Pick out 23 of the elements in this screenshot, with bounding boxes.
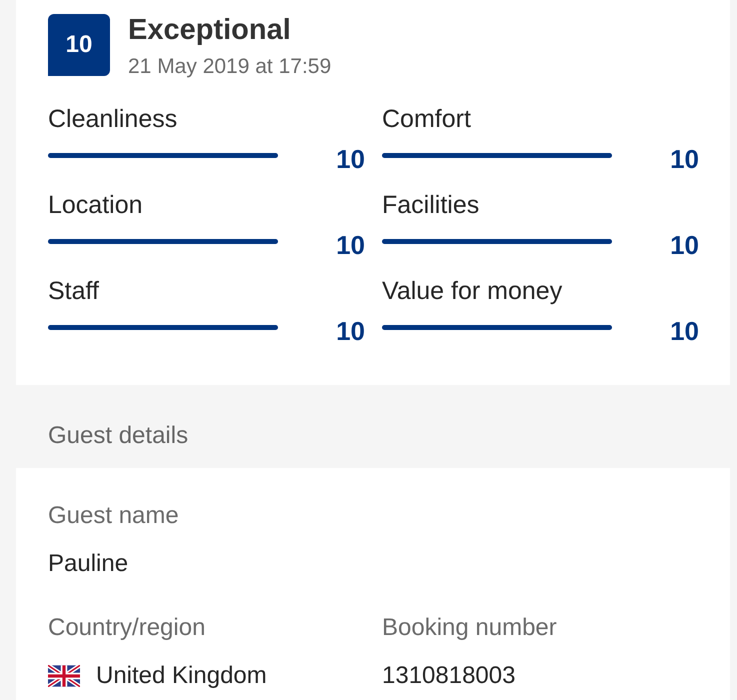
category-score: 10 — [335, 316, 365, 347]
category-score: 10 — [669, 144, 699, 175]
flag-icon — [48, 665, 80, 687]
guest-name: Pauline — [48, 550, 130, 578]
booking-number: 1310818003 — [382, 662, 516, 690]
category-score: 10 — [335, 230, 365, 261]
category-score: 10 — [669, 230, 699, 261]
category-label: Staff — [48, 277, 100, 307]
category-label: Value for money — [382, 277, 564, 307]
category-score: 10 — [335, 144, 365, 175]
field-label: Guest name — [48, 502, 180, 530]
section-title: Guest details — [47, 421, 190, 451]
rating-title: Exceptional — [128, 14, 292, 47]
review-date: 21 May 2019 at 17:59 — [128, 55, 332, 79]
country-name: United Kingdom — [96, 662, 267, 690]
category-score: 10 — [669, 316, 699, 347]
category-label: Facilities — [382, 191, 480, 221]
category-label: Cleanliness — [48, 105, 178, 135]
field-label: Booking number — [382, 614, 558, 642]
category-label: Location — [48, 191, 144, 221]
field-label: Country/region — [48, 614, 206, 642]
score-badge: 10 — [48, 14, 110, 76]
category-label: Comfort — [382, 105, 472, 135]
